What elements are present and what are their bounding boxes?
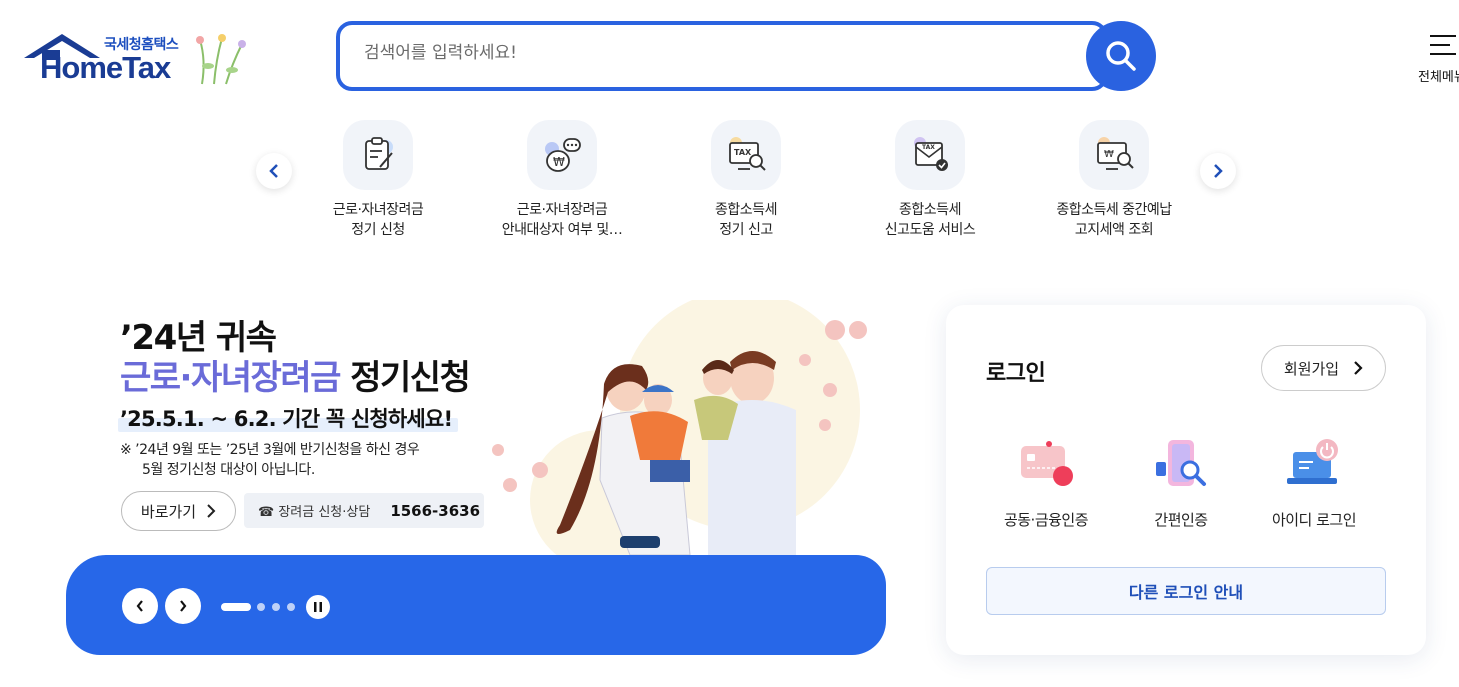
- banner-note-line2: 5월 정기신청 대상이 아닙니다.: [142, 462, 315, 478]
- quick-menu-label: 종합소득세 중간예납 고지세액 조회: [1056, 202, 1172, 238]
- login-option-certificate[interactable]: 공동·금융인증: [981, 435, 1111, 530]
- signup-label: 회원가입: [1283, 359, 1340, 378]
- quick-menu-prev-button[interactable]: [256, 153, 292, 189]
- banner-dot-2[interactable]: [257, 603, 265, 611]
- certificate-card-icon: [1011, 435, 1081, 495]
- banner-note: ※ ’24년 9월 또는 ’25년 3월에 반기신청을 하신 경우 5월 정기신…: [120, 440, 420, 480]
- hometax-main-page: 국세청홈택스 HomeTax 전체메뉴: [0, 0, 1459, 687]
- login-card: 로그인 회원가입 공동·금융인증 간편인증 아이디 로그인 다른 로그인 안내: [946, 305, 1426, 655]
- go-button[interactable]: 바로가기: [121, 491, 236, 531]
- login-option-simple-auth[interactable]: 간편인증: [1116, 435, 1246, 530]
- banner-prev-button[interactable]: [122, 588, 158, 624]
- login-option-id-login[interactable]: 아이디 로그인: [1249, 435, 1379, 530]
- family-illustration: [492, 300, 867, 555]
- login-title: 로그인: [986, 361, 1046, 386]
- other-login-guide-button[interactable]: 다른 로그인 안내: [986, 567, 1386, 615]
- won-monitor-search-icon: ₩: [1079, 120, 1149, 190]
- phone-search-icon: [1146, 435, 1216, 495]
- signup-button[interactable]: 회원가입: [1261, 345, 1386, 391]
- application-form-icon: [343, 120, 413, 190]
- quick-menu-next-button[interactable]: [1200, 153, 1236, 189]
- banner-dot-3[interactable]: [272, 603, 280, 611]
- quick-menu-item-income-tax-help[interactable]: TAX 종합소득세 신고도움 서비스: [845, 120, 1015, 240]
- call-center-label: ☎ 장려금 신청·상담: [258, 505, 371, 520]
- quick-menu-label: 근로·자녀장려금 안내대상자 여부 및…: [501, 202, 623, 238]
- banner-headline-highlight: 근로·자녀장려금: [120, 358, 341, 398]
- laptop-power-icon: [1279, 435, 1349, 495]
- pause-icon: [314, 602, 322, 612]
- quick-menu-item-incentive-apply[interactable]: 근로·자녀장려금 정기 신청: [293, 120, 463, 240]
- banner-dot-4[interactable]: [287, 603, 295, 611]
- svg-text:₩: ₩: [1104, 149, 1114, 160]
- quick-menu-item-interim-prepayment[interactable]: ₩ 종합소득세 중간예납 고지세액 조회: [1029, 120, 1199, 240]
- banner-headline-rest: 정기신청: [339, 358, 471, 398]
- quick-menu-label: 종합소득세 신고도움 서비스: [884, 202, 976, 238]
- search-input[interactable]: [364, 43, 1064, 63]
- chevron-right-icon: [180, 600, 187, 612]
- banner-headline: 근로·자녀장려금 정기신청: [120, 350, 471, 399]
- chevron-left-icon: [136, 600, 143, 612]
- banner-pause-button[interactable]: [306, 595, 330, 619]
- login-option-label: 간편인증: [1154, 511, 1208, 529]
- quick-menu-label: 종합소득세 정기 신고: [715, 202, 777, 238]
- quick-menu-item-income-tax-filing[interactable]: TAX 종합소득세 정기 신고: [661, 120, 831, 240]
- banner-note-line1: ※ ’24년 9월 또는 ’25년 3월에 반기신청을 하신 경우: [120, 442, 420, 458]
- svg-text:₩: ₩: [553, 155, 565, 169]
- logo-title: HomeTax: [40, 50, 171, 85]
- call-center-number: 1566-3636: [390, 501, 481, 520]
- login-option-label: 공동·금융인증: [1003, 511, 1089, 529]
- banner-next-button[interactable]: [165, 588, 201, 624]
- banner-period: ’25.5.1. ~ 6.2. 기간 꼭 신청하세요!: [120, 407, 453, 431]
- login-option-label: 아이디 로그인: [1271, 511, 1357, 529]
- all-menu-label: 전체메뉴: [1418, 70, 1459, 85]
- search-button[interactable]: [1086, 21, 1156, 91]
- all-menu-button[interactable]: 전체메뉴: [1414, 30, 1459, 86]
- call-center-box: ☎ 장려금 신청·상담 1566-3636: [244, 493, 484, 528]
- chevron-right-icon: [1214, 164, 1223, 178]
- chevron-right-icon: [207, 504, 216, 518]
- quick-menu-label: 근로·자녀장려금 정기 신청: [332, 202, 424, 238]
- hometax-logo[interactable]: 국세청홈택스 HomeTax: [24, 28, 254, 88]
- svg-text:TAX: TAX: [734, 148, 752, 157]
- search-box: [336, 21, 1108, 91]
- hamburger-icon: [1430, 35, 1456, 55]
- banner-control-bar: [66, 555, 886, 655]
- tax-monitor-search-icon: TAX: [711, 120, 781, 190]
- tax-envelope-check-icon: TAX: [895, 120, 965, 190]
- banner-dot-1[interactable]: [221, 603, 251, 611]
- search-icon: [1106, 41, 1136, 71]
- chevron-left-icon: [269, 164, 278, 178]
- flowers-decoration-icon: [196, 34, 246, 85]
- svg-text:TAX: TAX: [922, 144, 935, 151]
- money-bag-chat-icon: ₩: [527, 120, 597, 190]
- quick-menu-item-incentive-eligibility[interactable]: ₩ 근로·자녀장려금 안내대상자 여부 및…: [477, 120, 647, 240]
- chevron-right-icon: [1354, 361, 1363, 375]
- go-button-label: 바로가기: [140, 502, 197, 521]
